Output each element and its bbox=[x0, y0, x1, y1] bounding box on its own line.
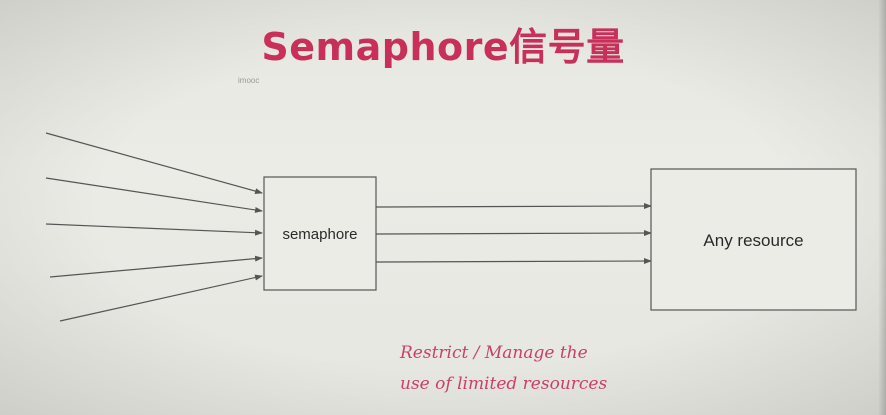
caption-line-2: use of limited resources bbox=[400, 374, 608, 394]
outgoing-arrow-3 bbox=[375, 258, 652, 265]
caption: Restrict / Manage the use of limited res… bbox=[400, 338, 607, 400]
resource-label: Any resource bbox=[703, 231, 804, 250]
caption-line-1: Restrict / Manage the bbox=[400, 343, 588, 363]
outgoing-arrow-2 bbox=[375, 230, 652, 237]
semaphore-label: semaphore bbox=[282, 226, 358, 243]
incoming-arrow-2 bbox=[45, 177, 263, 213]
incoming-arrow-1 bbox=[45, 132, 263, 195]
incoming-arrow-3 bbox=[45, 223, 263, 236]
incoming-arrow-5 bbox=[59, 274, 263, 322]
outgoing-arrow-1 bbox=[375, 203, 652, 210]
incoming-arrow-4 bbox=[49, 255, 263, 278]
